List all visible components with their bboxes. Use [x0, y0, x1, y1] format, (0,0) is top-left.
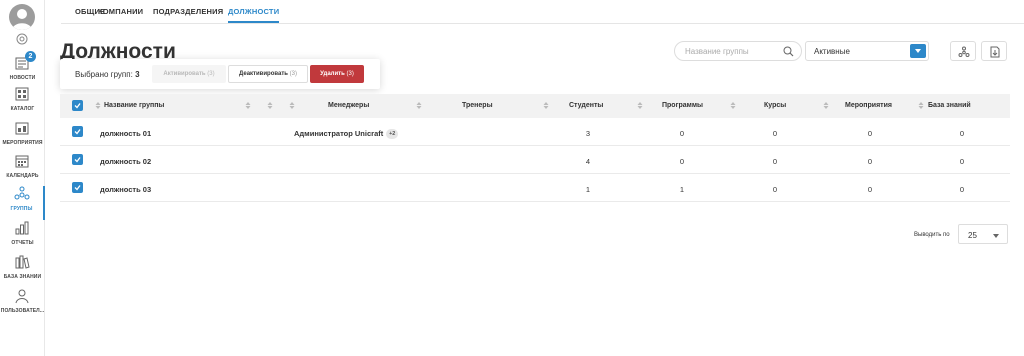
- sidebar-item-label: КАЛЕНДАРЬ: [6, 173, 39, 179]
- column-header-knowledge-base[interactable]: База знаний: [928, 102, 971, 109]
- group-name[interactable]: должность 01: [100, 129, 151, 138]
- export-icon: [990, 46, 1000, 58]
- page-size-value: 25: [968, 231, 977, 240]
- table-row[interactable]: должность 02 4 0 0 0 0: [60, 146, 1010, 174]
- sidebar-item-reports[interactable]: ОТЧЕТЫ: [0, 220, 45, 254]
- users-icon: [15, 289, 29, 304]
- sort-icon[interactable]: [289, 102, 295, 109]
- groups-icon: [14, 186, 30, 200]
- knowledge-count: 0: [959, 185, 965, 194]
- search-icon[interactable]: [783, 46, 794, 57]
- sidebar-item-knowledge-base[interactable]: БАЗА ЗНАНИЙ: [0, 254, 45, 288]
- sort-icon[interactable]: [637, 102, 643, 109]
- tab-positions[interactable]: ДОЛЖНОСТИ: [228, 7, 280, 23]
- students-count: 3: [585, 129, 591, 138]
- sidebar-item-label: ОТЧЕТЫ: [11, 240, 34, 246]
- programs-count: 0: [679, 157, 685, 166]
- sort-icon[interactable]: [267, 102, 273, 109]
- deactivate-button[interactable]: Деактивировать (3): [228, 65, 308, 83]
- events-count: 0: [867, 157, 873, 166]
- sidebar-item-catalog[interactable]: КАТАЛОГ: [0, 86, 45, 120]
- sidebar-item-label: БАЗА ЗНАНИЙ: [3, 274, 42, 280]
- page-size-label: Выводить по: [914, 232, 950, 238]
- chevron-down-icon[interactable]: [910, 44, 926, 58]
- row-checkbox[interactable]: [72, 182, 83, 193]
- sidebar-item-label: НОВОСТИ: [9, 75, 36, 81]
- sort-icon[interactable]: [95, 102, 101, 109]
- sidebar-item-users[interactable]: ПОЛЬЗОВАТЕЛ...: [0, 288, 45, 322]
- sidebar-item-label: ПОЛЬЗОВАТЕЛ...: [0, 308, 45, 314]
- sidebar-item-label: ГРУППЫ: [10, 206, 33, 212]
- managers-cell: Администратор Unicraft +2: [294, 129, 399, 139]
- column-header-trainers[interactable]: Тренеры: [462, 102, 493, 109]
- table-header: Название группы Менеджеры Тренеры Студен…: [60, 94, 1010, 118]
- sort-icon[interactable]: [730, 102, 736, 109]
- top-tabs: ОБЩИЕ КОМПАНИИ ПОДРАЗДЕЛЕНИЯ ДОЛЖНОСТИ: [61, 0, 1024, 24]
- sort-icon[interactable]: [543, 102, 549, 109]
- row-checkbox[interactable]: [72, 154, 83, 165]
- row-checkbox[interactable]: [72, 126, 83, 137]
- column-header-managers[interactable]: Менеджеры: [328, 102, 369, 109]
- settings-icon[interactable]: [15, 32, 29, 46]
- chevron-down-icon: [993, 234, 999, 238]
- status-select[interactable]: Активные: [805, 41, 929, 61]
- select-all-checkbox[interactable]: [72, 100, 83, 111]
- sort-icon[interactable]: [416, 102, 422, 109]
- page-size-select[interactable]: 25: [958, 224, 1008, 244]
- tab-departments[interactable]: ПОДРАЗДЕЛЕНИЯ: [153, 7, 223, 16]
- catalog-icon: [15, 87, 29, 101]
- sidebar-item-label: КАТАЛОГ: [10, 106, 35, 112]
- column-header-events[interactable]: Мероприятия: [845, 102, 892, 109]
- students-count: 4: [585, 157, 591, 166]
- courses-count: 0: [772, 185, 778, 194]
- add-group-icon: [958, 46, 970, 57]
- programs-count: 1: [679, 185, 685, 194]
- search-input[interactable]: [685, 45, 781, 57]
- sort-icon[interactable]: [823, 102, 829, 109]
- column-header-students[interactable]: Студенты: [569, 102, 603, 109]
- add-group-button[interactable]: [950, 41, 976, 61]
- calendar-icon: [15, 155, 29, 168]
- sidebar-item-label: МЕРОПРИЯТИЯ: [2, 140, 43, 146]
- selected-count: Выбрано групп: 3: [75, 70, 140, 79]
- events-icon: [15, 122, 29, 135]
- delete-button[interactable]: Удалить (3): [310, 65, 364, 83]
- activate-button[interactable]: Активировать (3): [152, 65, 226, 83]
- more-managers-badge[interactable]: +2: [386, 129, 399, 139]
- news-badge: 2: [25, 51, 36, 62]
- sort-icon[interactable]: [245, 102, 251, 109]
- column-header-courses[interactable]: Курсы: [764, 102, 786, 109]
- column-header-name[interactable]: Название группы: [104, 102, 164, 109]
- sidebar-item-news[interactable]: 2 НОВОСТИ: [0, 51, 45, 89]
- table-row[interactable]: должность 03 1 1 0 0 0: [60, 174, 1010, 202]
- knowledge-count: 0: [959, 157, 965, 166]
- events-count: 0: [867, 129, 873, 138]
- sidebar-item-groups[interactable]: ГРУППЫ: [0, 186, 45, 220]
- reports-icon: [15, 221, 29, 235]
- sidebar-item-events[interactable]: МЕРОПРИЯТИЯ: [0, 120, 45, 154]
- group-name[interactable]: должность 03: [100, 185, 151, 194]
- courses-count: 0: [772, 129, 778, 138]
- programs-count: 0: [679, 129, 685, 138]
- selection-toolbar: Выбрано групп: 3 Активировать (3) Деакти…: [60, 59, 380, 89]
- courses-count: 0: [772, 157, 778, 166]
- table-row[interactable]: должность 01 Администратор Unicraft +2 3 …: [60, 118, 1010, 146]
- knowledge-base-icon: [15, 255, 30, 269]
- group-name[interactable]: должность 02: [100, 157, 151, 166]
- sidebar: 2 НОВОСТИ КАТАЛОГ МЕРОПРИЯТИЯ КАЛЕНДАРЬ …: [0, 0, 45, 356]
- students-count: 1: [585, 185, 591, 194]
- knowledge-count: 0: [959, 129, 965, 138]
- sort-icon[interactable]: [918, 102, 924, 109]
- tab-companies[interactable]: КОМПАНИИ: [98, 7, 143, 16]
- status-select-value: Активные: [814, 47, 850, 56]
- column-header-programs[interactable]: Программы: [662, 102, 703, 109]
- sidebar-item-calendar[interactable]: КАЛЕНДАРЬ: [0, 153, 45, 187]
- events-count: 0: [867, 185, 873, 194]
- avatar[interactable]: [9, 4, 35, 30]
- export-button[interactable]: [981, 41, 1007, 61]
- search-box: [674, 41, 802, 61]
